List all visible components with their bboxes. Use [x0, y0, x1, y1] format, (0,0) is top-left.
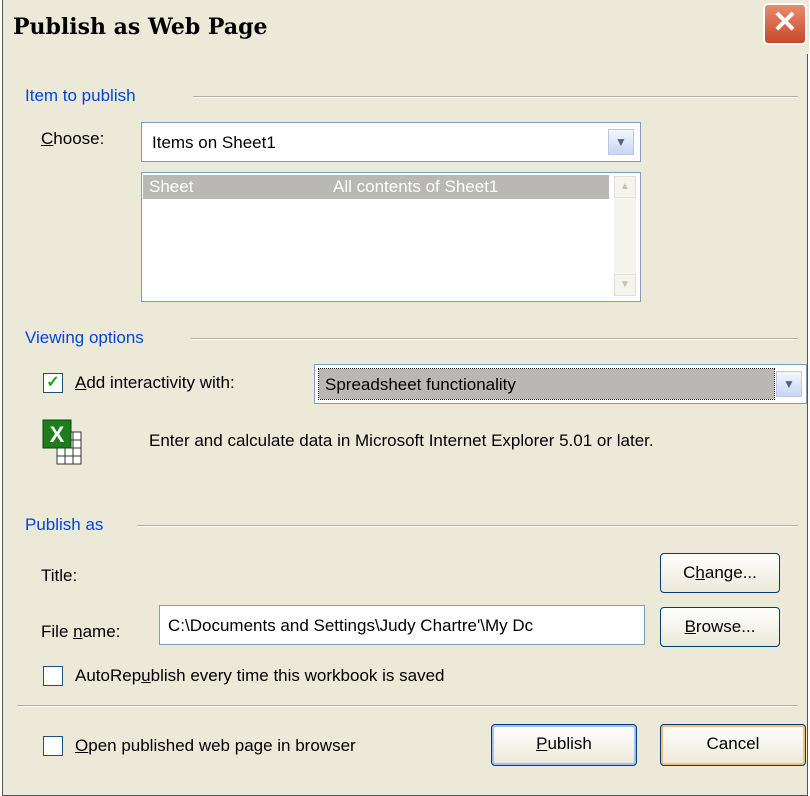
svg-text:X: X [50, 422, 65, 447]
interactivity-checkbox[interactable]: ✓ [43, 373, 63, 393]
scroll-down-icon[interactable]: ▼ [614, 274, 636, 296]
cancel-button-label: Cancel [706, 734, 760, 753]
items-listbox[interactable]: Sheet All contents of Sheet1 ▲ ▼ [141, 172, 641, 302]
listbox-scrollbar[interactable]: ▲ ▼ [614, 176, 636, 296]
viewing-options-heading: Viewing options [25, 328, 144, 347]
checkmark-icon: ✓ [46, 374, 60, 391]
change-button-label: Change... [683, 563, 757, 582]
interactivity-dropdown-selection: Spreadsheet functionality [318, 368, 775, 400]
choose-dropdown-value: Items on Sheet1 [152, 133, 276, 152]
change-button[interactable]: Change... [660, 553, 780, 593]
item-section-divider [193, 96, 798, 98]
footer-divider [17, 705, 798, 707]
choose-dropdown[interactable]: Items on Sheet1 ▼ [141, 122, 641, 162]
item-to-publish-heading: Item to publish [25, 86, 136, 105]
list-item-description: All contents of Sheet1 [333, 177, 499, 196]
close-icon: ✕ [772, 6, 798, 39]
autorepublish-checkbox[interactable] [43, 666, 63, 686]
choose-dropdown-button[interactable]: ▼ [608, 129, 634, 155]
list-item-name: Sheet [149, 177, 194, 196]
browse-button[interactable]: Browse... [660, 607, 780, 647]
publish-section-divider [137, 525, 798, 527]
autorepublish-label: AutoRepublish every time this workbook i… [75, 666, 445, 685]
viewing-section-divider [191, 338, 798, 340]
cancel-button[interactable]: Cancel [660, 724, 806, 766]
chevron-down-icon: ▼ [783, 377, 795, 391]
choose-label: Choose: [41, 129, 105, 148]
interactivity-info-text: Enter and calculate data in Microsoft In… [149, 431, 654, 450]
open-in-browser-checkbox[interactable] [43, 736, 63, 756]
excel-spreadsheet-icon: X [41, 418, 83, 466]
file-name-input[interactable]: C:\Documents and Settings\Judy Chartre'\… [159, 605, 645, 645]
scroll-up-icon[interactable]: ▲ [614, 176, 636, 198]
interactivity-label: Add interactivity with: [75, 373, 235, 392]
title-label: Title: [41, 566, 78, 585]
open-in-browser-label: Open published web page in browser [75, 736, 356, 755]
file-name-label: File name: [41, 622, 121, 641]
dialog-window: Publish as Web Page ✕ Item to publish Ch… [2, 0, 809, 796]
list-item[interactable]: Sheet All contents of Sheet1 [143, 175, 609, 199]
publish-button-label: Publish [536, 734, 592, 753]
publish-button[interactable]: Publish [491, 724, 637, 766]
browse-button-label: Browse... [684, 617, 756, 636]
interactivity-dropdown[interactable]: Spreadsheet functionality ▼ [314, 364, 807, 404]
title-bar[interactable]: Publish as Web Page ✕ [3, 0, 809, 54]
interactivity-dropdown-button[interactable]: ▼ [776, 371, 802, 397]
close-button[interactable]: ✕ [763, 3, 807, 45]
file-name-value: C:\Documents and Settings\Judy Chartre'\… [168, 616, 534, 635]
interactivity-dropdown-value: Spreadsheet functionality [325, 375, 516, 394]
publish-as-heading: Publish as [25, 515, 104, 534]
chevron-down-icon: ▼ [615, 135, 627, 149]
dialog-title: Publish as Web Page [13, 14, 268, 40]
